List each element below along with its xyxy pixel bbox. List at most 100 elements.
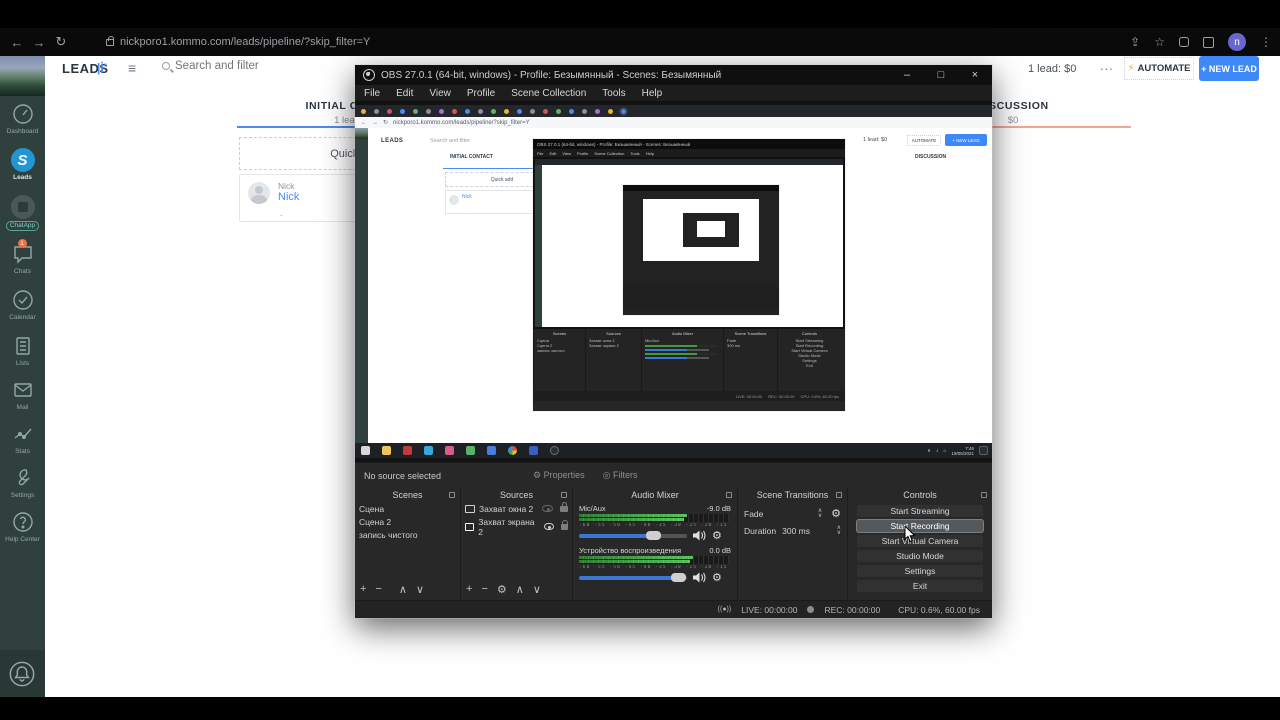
menu-file[interactable]: File — [364, 88, 380, 99]
source-properties-button[interactable]: ⚙ — [497, 583, 507, 596]
duration-value[interactable]: 300 ms — [782, 526, 810, 536]
scene-item[interactable]: Сцена — [355, 502, 460, 515]
captured-kommo-sidebar — [355, 128, 368, 443]
settings-button[interactable]: Settings — [857, 565, 983, 578]
menu-scene-collection[interactable]: Scene Collection — [511, 88, 586, 99]
more-options[interactable]: ... — [1100, 58, 1114, 73]
dock-pin-icon[interactable] — [726, 492, 732, 498]
maximize-button[interactable]: □ — [924, 65, 958, 85]
search-input[interactable] — [175, 60, 305, 72]
filters-button[interactable]: ◎ Filters — [603, 470, 638, 481]
new-lead-button[interactable]: + NEW LEAD — [1199, 56, 1259, 81]
lock-icon[interactable] — [560, 506, 568, 512]
share-icon[interactable]: ⇪ — [1130, 35, 1140, 49]
sidebar-item-mail[interactable]: Mail — [0, 378, 45, 411]
lock-icon[interactable] — [561, 524, 568, 530]
reload-icon[interactable]: ↻ — [50, 34, 72, 50]
transition-select[interactable]: Fade — [744, 509, 763, 519]
rec-timer: REC: 00:00:00 — [824, 605, 880, 615]
extensions-icon[interactable] — [1179, 37, 1189, 47]
volume-slider[interactable] — [579, 534, 687, 538]
start-streaming-button[interactable]: Start Streaming — [857, 505, 983, 518]
scene-down-button[interactable]: ∨ — [416, 583, 424, 596]
obs-titlebar[interactable]: OBS 27.0.1 (64-bit, windows) - Profile: … — [355, 65, 992, 85]
properties-button[interactable]: ⚙ Properties — [533, 470, 585, 481]
menu-edit[interactable]: Edit — [396, 88, 413, 99]
dock-pin-icon[interactable] — [449, 492, 455, 498]
transition-gear-icon[interactable]: ⚙ — [831, 507, 841, 520]
volume-slider[interactable] — [579, 576, 687, 580]
channel-gear-icon[interactable]: ⚙ — [712, 571, 722, 584]
browser-menu-icon[interactable]: ⋮ — [1260, 35, 1272, 49]
source-down-button[interactable]: ∨ — [533, 583, 541, 596]
transition-select-arrows[interactable]: ∧ ∨ — [818, 509, 822, 519]
channel-gear-icon[interactable]: ⚙ — [712, 529, 722, 542]
menu-view[interactable]: View — [429, 88, 451, 99]
profile-avatar[interactable]: n — [1228, 33, 1246, 51]
speaker-icon[interactable] — [693, 530, 706, 541]
automate-button[interactable]: ⚡ AUTOMATE — [1124, 57, 1194, 80]
back-icon[interactable]: ← — [6, 35, 28, 50]
slider-handle[interactable] — [646, 531, 661, 540]
taskbar-app-icon — [529, 446, 538, 455]
add-source-button[interactable]: + — [466, 583, 472, 596]
studio-mode-button[interactable]: Studio Mode — [857, 550, 983, 563]
obs-window-title: OBS 27.0.1 (64-bit, windows) - Profile: … — [381, 70, 721, 81]
exit-button[interactable]: Exit — [857, 580, 983, 593]
bookmark-star-icon[interactable]: ☆ — [1154, 35, 1165, 49]
forward-icon[interactable]: → — [28, 35, 50, 50]
add-scene-button[interactable]: + — [360, 583, 366, 596]
remove-source-button[interactable]: − — [481, 583, 487, 596]
source-row[interactable]: Захват экрана 2 — [461, 515, 572, 538]
no-source-status: No source selected — [364, 471, 441, 481]
scene-item[interactable]: Сцена 2 — [355, 515, 460, 528]
pipeline-view-icon[interactable]: |İ' — [97, 61, 107, 75]
url-bar[interactable]: nickporo1.kommo.com/leads/pipeline/?skip… — [120, 36, 370, 48]
start-recording-button[interactable]: Start Recording — [857, 520, 983, 533]
scene-up-button[interactable]: ∧ — [399, 583, 407, 596]
menu-tools[interactable]: Tools — [602, 88, 625, 99]
lead-name-link[interactable]: Nick — [278, 191, 299, 203]
captured-column-header: INITIAL CONTACT — [450, 154, 493, 160]
notifications-bell[interactable] — [8, 660, 36, 693]
source-up-button[interactable]: ∧ — [516, 583, 524, 596]
scene-item[interactable]: запись чистого — [355, 528, 460, 541]
speaker-icon[interactable] — [693, 572, 706, 583]
sidebar-item-chatapp[interactable]: ChatApp — [0, 195, 45, 231]
search-bar[interactable] — [162, 60, 305, 72]
nested-obs-statusbar: LIVE: 00:00:00 REC: 00:00:00 CPU: 0.6%, … — [533, 391, 845, 401]
source-row[interactable]: Захват окна 2 — [461, 502, 572, 515]
close-button[interactable]: × — [958, 65, 992, 85]
menu-profile[interactable]: Profile — [467, 88, 495, 99]
sidebar-item-stats[interactable]: Stats — [0, 422, 45, 455]
controls-title: Controls — [903, 490, 937, 500]
start-icon — [361, 446, 370, 455]
sidebar-item-dashboard[interactable]: Dashboard — [0, 102, 45, 135]
dock-pin-icon[interactable] — [561, 492, 567, 498]
sidebar-item-leads[interactable]: S Leads — [0, 148, 45, 181]
sidebar-item-help[interactable]: Help Center — [0, 510, 45, 543]
dock-pin-icon[interactable] — [981, 492, 987, 498]
visibility-eye-icon[interactable] — [542, 505, 553, 512]
visibility-eye-icon[interactable] — [544, 523, 554, 530]
favicon — [582, 109, 587, 114]
audio-mixer-dock: Audio Mixer Mic/Aux -9.0 dB -60 -55 -50 … — [572, 488, 737, 600]
dock-pin-icon[interactable] — [836, 492, 842, 498]
favicon — [400, 109, 405, 114]
minimize-button[interactable]: – — [890, 65, 924, 85]
tab-panel-icon[interactable] — [1203, 37, 1214, 48]
sidebar-item-calendar[interactable]: Calendar — [0, 288, 45, 321]
stats-line-icon — [11, 422, 35, 446]
sidebar-item-lists[interactable]: Lists — [0, 334, 45, 367]
list-view-icon[interactable]: ≡ — [128, 60, 136, 76]
remove-scene-button[interactable]: − — [375, 583, 381, 596]
volume-meter — [579, 514, 729, 522]
obs-preview-canvas[interactable]: ← → ↻ nickporo1.kommo.com/leads/pipeline… — [355, 101, 992, 462]
duration-spinner[interactable]: ∧ ∨ — [837, 526, 841, 536]
start-virtual-camera-button[interactable]: Start Virtual Camera — [857, 535, 983, 548]
obs-window[interactable]: OBS 27.0.1 (64-bit, windows) - Profile: … — [355, 65, 992, 618]
slider-handle[interactable] — [671, 573, 686, 582]
menu-help[interactable]: Help — [642, 88, 663, 99]
sidebar-item-chats[interactable]: 1 Chats — [0, 242, 45, 275]
sidebar-item-settings[interactable]: Settings — [0, 466, 45, 499]
